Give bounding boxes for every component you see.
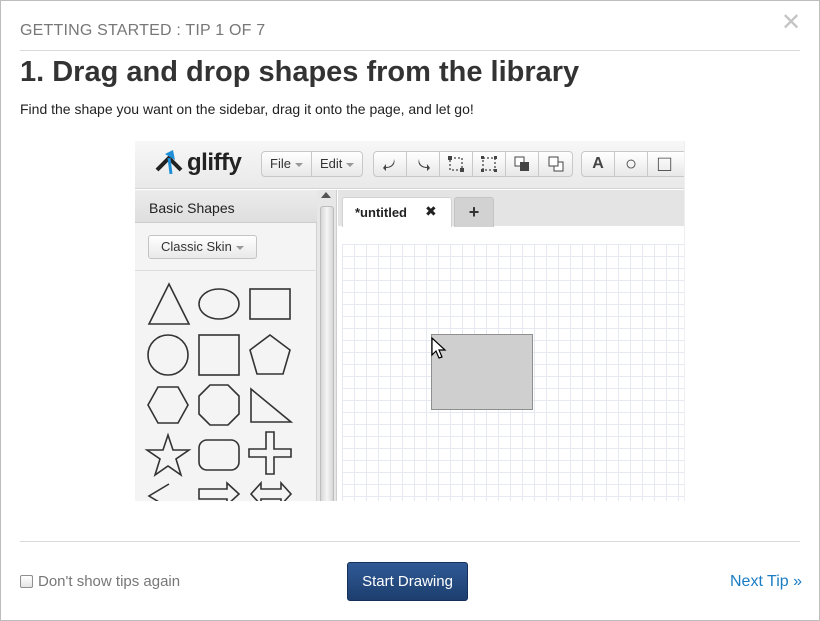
- circle-shape: [147, 334, 189, 376]
- add-tab-icon[interactable]: +: [454, 197, 494, 227]
- rectangle-tool-icon[interactable]: □: [648, 151, 681, 176]
- classic-skin-dropdown[interactable]: Classic Skin: [148, 235, 257, 259]
- arrow-double-shape: [249, 480, 293, 501]
- sidebar-scrollbar[interactable]: [317, 190, 337, 501]
- edit-menu-button[interactable]: Edit: [312, 152, 362, 176]
- tab-untitled[interactable]: *untitled ✖: [342, 197, 452, 227]
- scroll-up-icon[interactable]: [321, 192, 331, 198]
- tip-progress-label: GETTING STARTED : TIP 1 OF 7: [20, 22, 266, 39]
- tip-illustration: gliffy File Edit A ○ □ Basic Shapes Clas…: [135, 141, 685, 501]
- tip-title: 1. Drag and drop shapes from the library: [20, 56, 580, 88]
- sidebar-header[interactable]: Basic Shapes: [135, 190, 317, 223]
- send-back-icon[interactable]: [539, 152, 572, 176]
- ungroup-icon[interactable]: [473, 152, 506, 176]
- draw-tool-group: A ○ □: [581, 151, 684, 177]
- tip-description: Find the shape you want on the sidebar, …: [20, 101, 474, 117]
- file-menu-button[interactable]: File: [262, 152, 312, 176]
- start-drawing-button[interactable]: Start Drawing: [347, 562, 468, 601]
- group-icon[interactable]: [440, 152, 473, 176]
- dont-show-tips-checkbox[interactable]: [20, 575, 33, 588]
- sidebar-divider: [135, 270, 317, 271]
- tabbar-fill: [338, 226, 684, 246]
- dont-show-tips-label: Don't show tips again: [38, 573, 181, 590]
- sidebar-title: Basic Shapes: [149, 200, 235, 216]
- next-tip-link[interactable]: Next Tip »: [730, 573, 802, 591]
- illustration-toolbar: gliffy File Edit A ○ □: [135, 141, 684, 189]
- mouse-cursor-icon: [431, 337, 447, 359]
- tip-dialog: GETTING STARTED : TIP 1 OF 7 ✕ 1. Drag a…: [0, 0, 820, 621]
- chevron-down-icon: [346, 162, 355, 167]
- arrow-right-shape: [198, 481, 241, 501]
- gliffy-logo-text: gliffy: [187, 149, 242, 176]
- footer-divider: [20, 541, 800, 542]
- bring-front-icon[interactable]: [506, 152, 539, 176]
- ellipse-tool-icon[interactable]: ○: [615, 152, 648, 176]
- square-shape: [198, 334, 240, 376]
- star-shape: [144, 432, 192, 477]
- redo-icon[interactable]: [407, 152, 440, 176]
- ellipse-shape: [198, 288, 240, 320]
- hexagon-shape: [147, 386, 189, 424]
- document-tabbar: *untitled ✖ +: [338, 190, 684, 246]
- chevron-down-icon: [235, 245, 244, 250]
- cross-shape: [248, 431, 292, 475]
- arrange-tool-group: [373, 151, 573, 177]
- octagon-shape: [198, 384, 240, 426]
- undo-icon[interactable]: [374, 152, 407, 176]
- arrow-left-shape: [147, 483, 170, 501]
- shape-library-sidebar: Basic Shapes Classic Skin: [135, 190, 317, 501]
- tab-close-icon[interactable]: ✖: [425, 203, 437, 220]
- scroll-thumb[interactable]: [320, 206, 334, 501]
- rounded-rectangle-shape: [198, 439, 240, 471]
- dont-show-tips-option[interactable]: Don't show tips again: [20, 573, 180, 590]
- pentagon-shape: [249, 334, 291, 375]
- text-tool-icon[interactable]: A: [582, 152, 615, 176]
- shape-grid: [144, 282, 294, 501]
- triangle-shape: [147, 282, 191, 325]
- rectangle-shape: [249, 288, 291, 320]
- chevron-down-icon: [294, 162, 303, 167]
- close-icon[interactable]: ✕: [781, 11, 801, 35]
- menu-group: File Edit: [261, 151, 364, 177]
- header-divider: [20, 50, 800, 51]
- tab-label: *untitled: [355, 205, 407, 220]
- right-triangle-shape: [250, 387, 294, 423]
